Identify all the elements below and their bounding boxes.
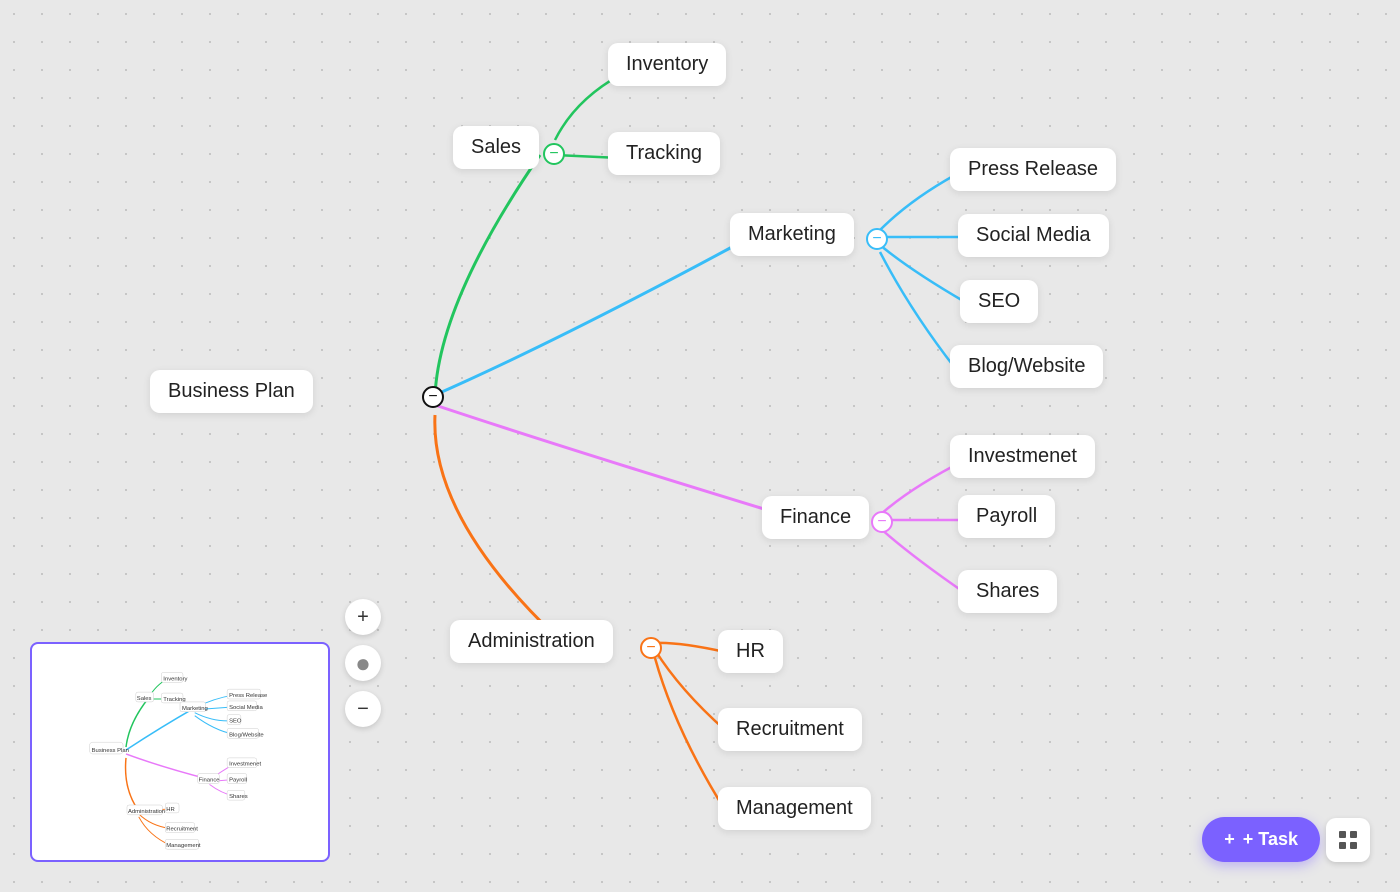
minimap-svg: Business Plan Sales Inventory Tracking M… [32,644,328,860]
collapse-finance[interactable]: − [871,511,893,533]
svg-text:Blog/Website: Blog/Website [229,732,264,738]
node-business-plan[interactable]: Business Plan [150,370,313,413]
node-inventory[interactable]: Inventory [608,43,726,86]
collapse-administration[interactable]: − [640,637,662,659]
node-social-media[interactable]: Social Media [958,214,1109,257]
grid-view-button[interactable] [1326,818,1370,862]
svg-text:SEO: SEO [229,719,242,725]
grid-icon [1336,828,1360,852]
collapse-marketing[interactable]: − [866,228,888,250]
collapse-business-plan[interactable]: − [422,386,444,408]
node-management[interactable]: Management [718,787,871,830]
svg-text:Administration: Administration [128,809,165,815]
collapse-sales[interactable]: − [543,143,565,165]
zoom-reset-button[interactable]: ● [345,645,381,681]
svg-text:Payroll: Payroll [229,777,247,783]
node-hr[interactable]: HR [718,630,783,673]
zoom-in-button[interactable]: + [345,599,381,635]
svg-text:Sales: Sales [137,696,152,702]
svg-text:Inventory: Inventory [163,676,187,682]
node-shares[interactable]: Shares [958,570,1057,613]
node-marketing[interactable]: Marketing [730,213,854,256]
svg-text:Investmenet: Investmenet [229,762,261,768]
add-task-icon: + [1224,829,1235,850]
svg-text:Recruitment: Recruitment [166,827,198,833]
add-task-label: + Task [1243,829,1298,850]
svg-text:Press Release: Press Release [229,693,267,699]
node-finance[interactable]: Finance [762,496,869,539]
svg-text:HR: HR [166,807,175,813]
node-recruitment[interactable]: Recruitment [718,708,862,751]
node-blog-website[interactable]: Blog/Website [950,345,1103,388]
svg-text:Shares: Shares [229,794,248,800]
node-seo[interactable]: SEO [960,280,1038,323]
node-payroll[interactable]: Payroll [958,495,1055,538]
svg-text:Finance: Finance [199,777,220,783]
add-task-button[interactable]: + + Task [1202,817,1320,862]
svg-text:Management: Management [166,843,201,849]
node-press-release[interactable]: Press Release [950,148,1116,191]
node-investmenet[interactable]: Investmenet [950,435,1095,478]
svg-text:Marketing: Marketing [182,706,208,712]
minimap: Business Plan Sales Inventory Tracking M… [30,642,330,862]
zoom-controls: + ● − [345,599,381,727]
svg-text:Business Plan: Business Plan [92,748,129,754]
node-tracking[interactable]: Tracking [608,132,720,175]
node-administration[interactable]: Administration [450,620,613,663]
node-sales[interactable]: Sales [453,126,539,169]
svg-text:Social Media: Social Media [229,705,263,711]
zoom-out-button[interactable]: − [345,691,381,727]
